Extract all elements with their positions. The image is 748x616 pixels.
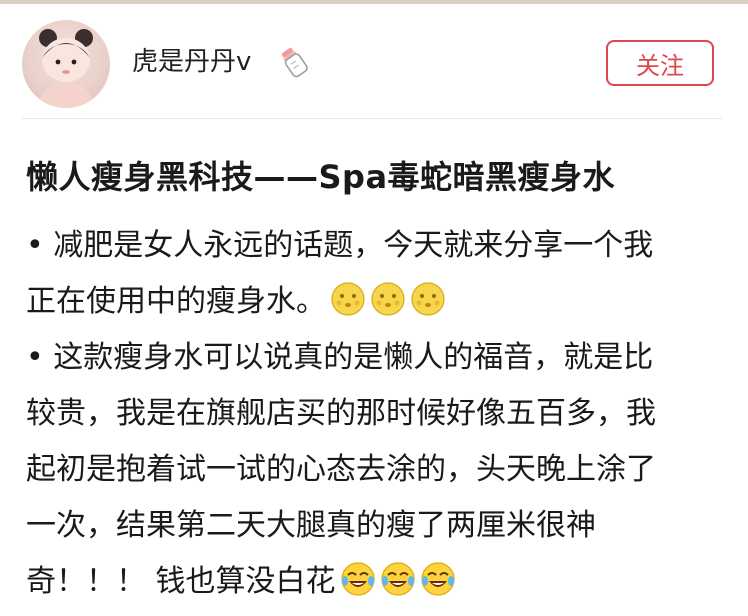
paragraph-2-line: 较贵，我是在旗舰店买的那时候好像五百多，我 <box>26 396 656 431</box>
paragraph-1-line: • 减肥是女人永远的话题，今天就来分享一个我 <box>26 228 654 263</box>
paragraph-2: • 这款瘦身水可以说真的是懒人的福音，就是比 较贵，我是在旗舰店买的那时候好像五… <box>26 330 726 610</box>
baby-bottle-icon <box>276 44 312 84</box>
paragraph-2-line: 起初是抱着试一试的心态去涂的，头天晚上涂了 <box>26 452 656 487</box>
moon-face-emoji <box>410 280 446 316</box>
top-border <box>0 0 748 4</box>
paragraph-1: • 减肥是女人永远的话题，今天就来分享一个我 正在使用中的瘦身水。 <box>26 218 726 330</box>
follow-button[interactable]: 关注 <box>606 40 714 86</box>
post-title: 懒人瘦身黑科技——Spa毒蛇暗黑瘦身水 <box>26 158 616 196</box>
paragraph-2-line: 奇！！！ 钱也算没白花 <box>26 554 726 610</box>
moon-face-emoji <box>370 280 406 316</box>
tears-of-joy-emoji <box>380 560 416 596</box>
tears-of-joy-emoji <box>340 560 376 596</box>
avatar[interactable] <box>22 20 110 108</box>
username[interactable]: 虎是丹丹v <box>132 44 251 80</box>
paragraph-1-line-text: 正在使用中的瘦身水。 <box>26 284 326 319</box>
paragraph-2-line-text: 奇！！！ 钱也算没白花 <box>26 564 336 599</box>
tears-of-joy-emoji <box>420 560 456 596</box>
paragraph-2-line: 一次，结果第二天大腿真的瘦了两厘米很神 <box>26 508 596 543</box>
paragraph-2-line: • 这款瘦身水可以说真的是懒人的福音，就是比 <box>26 340 654 375</box>
moon-face-emoji <box>330 280 366 316</box>
divider <box>22 118 722 119</box>
paragraph-1-line: 正在使用中的瘦身水。 <box>26 274 726 330</box>
